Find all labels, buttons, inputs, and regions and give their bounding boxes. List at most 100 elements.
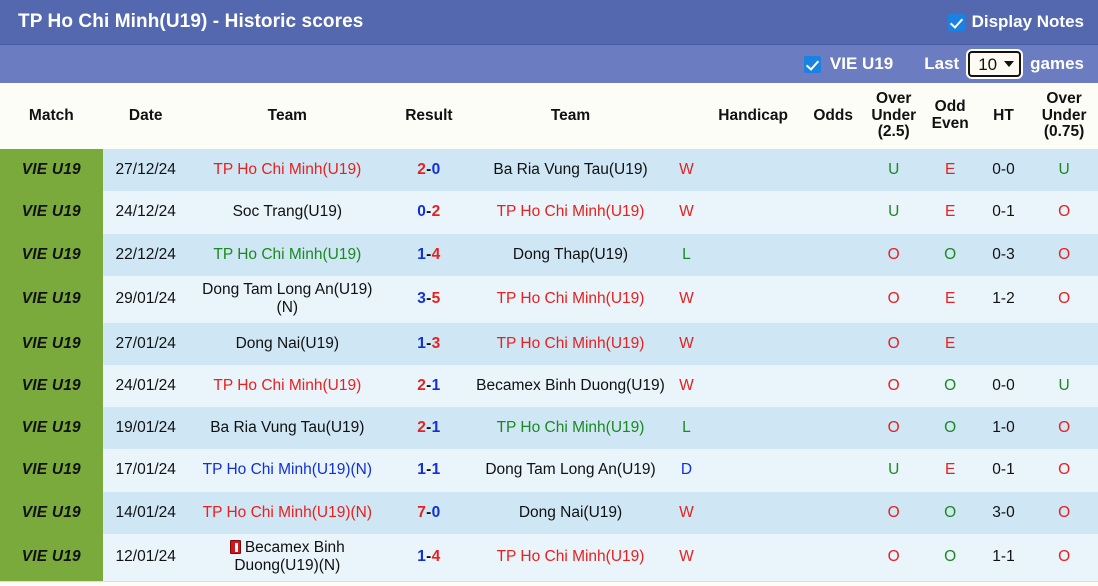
col-header-away-team[interactable]: Team (472, 83, 669, 149)
row-away-team[interactable]: TP Ho Chi Minh(U19) (472, 323, 669, 365)
row-handicap (704, 149, 803, 191)
row-over-under-075: O (1030, 449, 1098, 491)
row-over-under-25: O (864, 492, 924, 534)
col-header-odd-even-label: OddEven (925, 99, 974, 132)
row-home-team[interactable]: Dong Tam Long An(U19)(N) (189, 276, 386, 323)
col-header-over-under-25-label: OverUnder(2.5) (866, 91, 922, 141)
row-win-draw-loss: W (669, 323, 704, 365)
row-over-under-25: O (864, 276, 924, 323)
table-row[interactable]: VIE U1912/01/24Becamex Binh Duong(U19)(N… (0, 534, 1098, 581)
table-row[interactable]: VIE U1919/01/24Ba Ria Vung Tau(U19)2-1TP… (0, 407, 1098, 449)
row-result[interactable]: 1-3 (386, 323, 472, 365)
row-result[interactable]: 0-2 (386, 191, 472, 233)
row-home-team[interactable]: Soc Trang(U19) (189, 191, 386, 233)
row-win-draw-loss: W (669, 492, 704, 534)
row-away-team[interactable]: Becamex Binh Duong(U19) (472, 365, 669, 407)
row-win-draw-loss: W (669, 191, 704, 233)
row-handicap (704, 191, 803, 233)
col-header-home-team[interactable]: Team (189, 83, 386, 149)
row-away-team[interactable]: TP Ho Chi Minh(U19) (472, 276, 669, 323)
row-odd-even: O (923, 407, 976, 449)
table-header-row: Match Date Team Result Team Handicap Odd… (0, 83, 1098, 149)
row-over-under-075: O (1030, 276, 1098, 323)
col-header-over-under-25[interactable]: OverUnder(2.5) (864, 83, 924, 149)
table-row[interactable]: VIE U1929/01/24Dong Tam Long An(U19)(N)3… (0, 276, 1098, 323)
row-result[interactable]: 2-1 (386, 365, 472, 407)
games-count-select[interactable]: 10 (968, 51, 1021, 77)
row-result[interactable]: 1-4 (386, 534, 472, 581)
row-home-team[interactable]: TP Ho Chi Minh(U19) (189, 365, 386, 407)
row-home-team[interactable]: Dong Nai(U19) (189, 323, 386, 365)
row-match-league[interactable]: VIE U19 (0, 191, 103, 233)
row-result[interactable]: 2-0 (386, 149, 472, 191)
table-row[interactable]: VIE U1927/12/24TP Ho Chi Minh(U19)2-0Ba … (0, 149, 1098, 191)
col-header-match-label: Match (29, 107, 74, 124)
row-match-league[interactable]: VIE U19 (0, 492, 103, 534)
row-match-league[interactable]: VIE U19 (0, 449, 103, 491)
col-header-odd-even[interactable]: OddEven (923, 83, 976, 149)
row-away-team[interactable]: Ba Ria Vung Tau(U19) (472, 149, 669, 191)
row-away-team[interactable]: Dong Thap(U19) (472, 234, 669, 276)
row-result[interactable]: 7-0 (386, 492, 472, 534)
row-over-under-25: U (864, 449, 924, 491)
row-result[interactable]: 1-1 (386, 449, 472, 491)
table-row[interactable]: VIE U1924/12/24Soc Trang(U19)0-2TP Ho Ch… (0, 191, 1098, 233)
row-over-under-25: O (864, 234, 924, 276)
col-header-result-label: Result (405, 107, 452, 124)
row-away-team[interactable]: TP Ho Chi Minh(U19) (472, 534, 669, 581)
col-header-odds[interactable]: Odds (802, 83, 864, 149)
row-win-draw-loss: L (669, 234, 704, 276)
row-over-under-25: U (864, 149, 924, 191)
row-home-team[interactable]: TP Ho Chi Minh(U19)(N) (189, 492, 386, 534)
col-header-match[interactable]: Match (0, 83, 103, 149)
col-header-date[interactable]: Date (103, 83, 189, 149)
row-match-league[interactable]: VIE U19 (0, 323, 103, 365)
row-over-under-075 (1030, 323, 1098, 365)
row-match-league[interactable]: VIE U19 (0, 407, 103, 449)
row-odd-even: E (923, 449, 976, 491)
table-row[interactable]: VIE U1922/12/24TP Ho Chi Minh(U19)1-4Don… (0, 234, 1098, 276)
col-header-handicap-label: Handicap (718, 107, 788, 124)
row-home-team[interactable]: TP Ho Chi Minh(U19) (189, 149, 386, 191)
row-match-league[interactable]: VIE U19 (0, 534, 103, 581)
col-header-result[interactable]: Result (386, 83, 472, 149)
row-away-team[interactable]: Dong Tam Long An(U19) (472, 449, 669, 491)
col-header-handicap[interactable]: Handicap (704, 83, 803, 149)
row-away-team[interactable]: TP Ho Chi Minh(U19) (472, 407, 669, 449)
row-match-league[interactable]: VIE U19 (0, 365, 103, 407)
row-half-time-score: 3-0 (977, 492, 1030, 534)
row-odds (802, 149, 864, 191)
row-win-draw-loss: D (669, 449, 704, 491)
row-over-under-25: O (864, 407, 924, 449)
col-header-over-under-075-label: OverUnder(0.75) (1032, 91, 1096, 141)
row-handicap (704, 534, 803, 581)
league-filter-checkbox[interactable] (804, 56, 821, 73)
row-away-team[interactable]: TP Ho Chi Minh(U19) (472, 191, 669, 233)
title-bar: TP Ho Chi Minh(U19) - Historic scores Di… (0, 0, 1098, 45)
row-match-league[interactable]: VIE U19 (0, 149, 103, 191)
row-match-league[interactable]: VIE U19 (0, 276, 103, 323)
row-result[interactable]: 3-5 (386, 276, 472, 323)
row-home-team[interactable]: Ba Ria Vung Tau(U19) (189, 407, 386, 449)
table-row[interactable]: VIE U1924/01/24TP Ho Chi Minh(U19)2-1Bec… (0, 365, 1098, 407)
row-odds (802, 407, 864, 449)
table-row[interactable]: VIE U1917/01/24TP Ho Chi Minh(U19)(N)1-1… (0, 449, 1098, 491)
col-header-away-team-label: Team (551, 107, 590, 124)
col-header-over-under-075[interactable]: OverUnder(0.75) (1030, 83, 1098, 149)
row-result[interactable]: 2-1 (386, 407, 472, 449)
row-home-team[interactable]: Becamex Binh Duong(U19)(N) (189, 534, 386, 581)
row-result[interactable]: 1-4 (386, 234, 472, 276)
table-row[interactable]: VIE U1927/01/24Dong Nai(U19)1-3TP Ho Chi… (0, 323, 1098, 365)
row-half-time-score (977, 323, 1030, 365)
row-match-league[interactable]: VIE U19 (0, 234, 103, 276)
row-half-time-score: 1-2 (977, 276, 1030, 323)
row-away-team[interactable]: Dong Nai(U19) (472, 492, 669, 534)
col-header-ht[interactable]: HT (977, 83, 1030, 149)
table-row[interactable]: VIE U1914/01/24TP Ho Chi Minh(U19)(N)7-0… (0, 492, 1098, 534)
row-home-team[interactable]: TP Ho Chi Minh(U19)(N) (189, 449, 386, 491)
row-odds (802, 534, 864, 581)
display-notes-checkbox[interactable] (948, 14, 965, 31)
row-odds (802, 234, 864, 276)
row-odd-even: O (923, 234, 976, 276)
row-home-team[interactable]: TP Ho Chi Minh(U19) (189, 234, 386, 276)
